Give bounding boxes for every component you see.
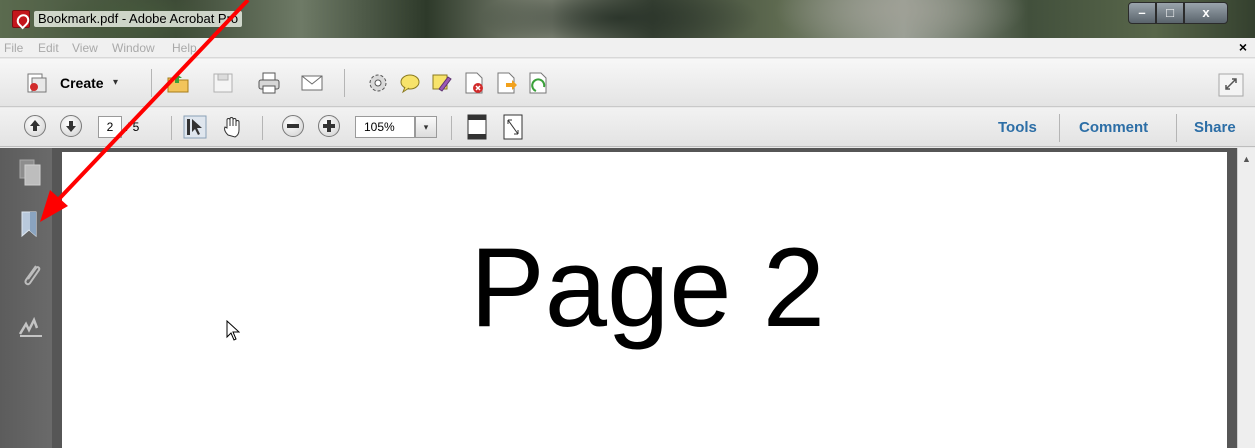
plus-icon [323, 120, 335, 132]
signatures-icon[interactable] [18, 312, 44, 342]
menu-file[interactable]: File [4, 41, 23, 55]
toolbar-divider [171, 116, 172, 140]
select-tool-icon[interactable] [183, 115, 207, 139]
pdf-delete-icon[interactable] [462, 71, 486, 95]
primary-toolbar: Create ▾ [0, 59, 1255, 107]
toolbar-divider [451, 116, 452, 140]
previous-page-button[interactable] [24, 115, 46, 137]
page-content-text: Page 2 [470, 225, 825, 350]
create-pdf-icon[interactable] [25, 71, 49, 95]
scroll-up-icon[interactable]: ▲ [1242, 154, 1251, 164]
menu-edit[interactable]: Edit [38, 41, 59, 55]
save-icon[interactable] [211, 71, 235, 95]
page-count-label: / 5 [126, 120, 140, 134]
page-number-input[interactable]: 2 [98, 116, 122, 138]
acrobat-window: Bookmark.pdf - Adobe Acrobat Pro – □ x F… [0, 0, 1255, 448]
pdf-export-green-icon[interactable] [526, 71, 550, 95]
minus-icon [287, 124, 299, 128]
zoom-dropdown-button[interactable]: ▾ [415, 116, 437, 138]
zoom-out-button[interactable] [282, 115, 304, 137]
toolbar-divider [344, 69, 345, 97]
next-page-button[interactable] [60, 115, 82, 137]
pdf-export-icon[interactable] [494, 71, 518, 95]
vertical-scrollbar[interactable]: ▲ [1237, 148, 1255, 448]
arrow-up-icon [30, 120, 40, 131]
email-icon[interactable] [300, 71, 324, 95]
arrow-down-icon [66, 121, 76, 132]
toolbar-divider [1059, 114, 1060, 142]
toolbar-divider [151, 69, 152, 97]
minimize-button[interactable]: – [1128, 2, 1156, 24]
tools-pane-link[interactable]: Tools [998, 119, 1037, 136]
zoom-in-button[interactable] [318, 115, 340, 137]
pdf-page[interactable]: Page 2 [62, 152, 1227, 448]
comment-pane-link[interactable]: Comment [1079, 119, 1148, 136]
zoom-level-input[interactable]: 105% [355, 116, 415, 138]
navigation-pane [0, 148, 52, 448]
mouse-cursor-icon [226, 320, 240, 341]
menu-view[interactable]: View [72, 41, 98, 55]
bookmarks-icon[interactable] [18, 210, 44, 240]
close-document-button[interactable]: × [1239, 39, 1247, 55]
page-thumbnails-icon[interactable] [18, 158, 44, 188]
menu-help[interactable]: Help [172, 41, 197, 55]
fit-page-icon[interactable] [466, 114, 488, 140]
highlight-icon[interactable] [430, 71, 454, 95]
toolbar-divider [1176, 114, 1177, 142]
navigation-toolbar: 2 / 5 105% ▾ Tools Comment Share [0, 108, 1255, 147]
settings-gear-icon[interactable] [366, 71, 390, 95]
create-dropdown-icon[interactable]: ▾ [113, 77, 118, 88]
acrobat-app-icon [12, 10, 30, 28]
hand-tool-icon[interactable] [221, 115, 245, 139]
menu-bar: File Edit View Window Help × [0, 38, 1255, 58]
comment-bubble-icon[interactable] [398, 71, 422, 95]
expand-window-icon[interactable] [1218, 73, 1244, 97]
print-icon[interactable] [257, 71, 281, 95]
toolbar-divider [262, 116, 263, 140]
close-window-button[interactable]: x [1184, 2, 1228, 24]
window-title: Bookmark.pdf - Adobe Acrobat Pro [34, 11, 243, 27]
title-bar: Bookmark.pdf - Adobe Acrobat Pro – □ x [0, 0, 1255, 38]
maximize-button[interactable]: □ [1156, 2, 1184, 24]
document-view: Page 2 [52, 148, 1237, 448]
share-pane-link[interactable]: Share [1194, 119, 1236, 136]
attachments-icon[interactable] [18, 260, 44, 290]
create-button-label[interactable]: Create [60, 75, 104, 91]
menu-window[interactable]: Window [112, 41, 155, 55]
open-folder-icon[interactable] [166, 71, 190, 95]
full-screen-icon[interactable] [502, 114, 524, 140]
